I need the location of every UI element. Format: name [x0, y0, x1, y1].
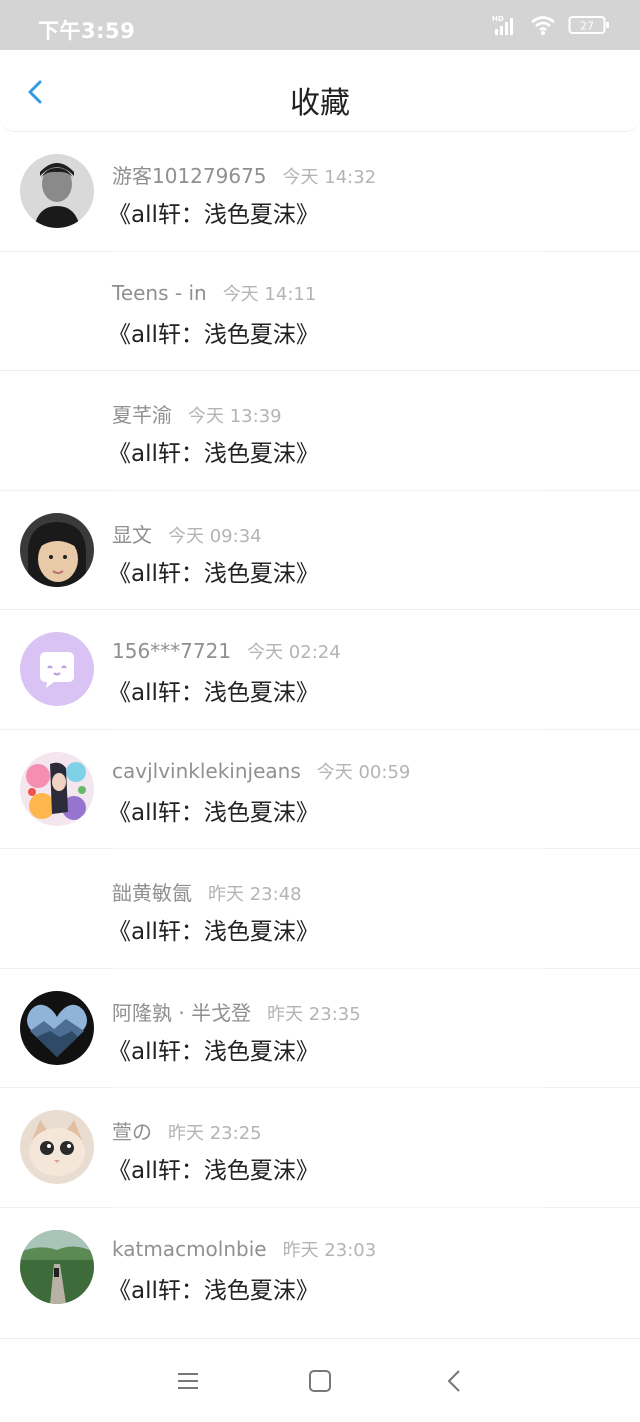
hd-signal-icon: HD — [492, 14, 518, 36]
avatar[interactable] — [20, 632, 94, 706]
item-title: 《all轩：浅色夏沫》 — [108, 1277, 319, 1304]
list-item[interactable]: 夏芊渝 今天 13:39 《all轩：浅色夏沫》 — [0, 371, 640, 491]
item-title: 《all轩：浅色夏沫》 — [108, 680, 319, 706]
status-icons: HD 27 — [492, 14, 610, 36]
system-back-button[interactable] — [440, 1367, 468, 1395]
item-meta: 萱の 昨天 23:25 — [112, 1116, 262, 1145]
item-meta: cavjlvinklekinjeans 今天 00:59 — [112, 758, 410, 784]
menu-icon — [174, 1367, 202, 1395]
battery-level: 27 — [580, 20, 594, 33]
timestamp: 昨天 23:35 — [267, 1003, 361, 1025]
timestamp: 昨天 23:25 — [168, 1123, 262, 1144]
item-title: 《all轩：浅色夏沫》 — [108, 799, 319, 826]
timestamp: 昨天 23:03 — [282, 1239, 377, 1261]
user-name: Teens - in — [112, 280, 207, 305]
avatar[interactable] — [20, 154, 94, 228]
item-meta: katmacmolnbie 昨天 23:03 — [112, 1236, 376, 1262]
list-item[interactable]: Teens - in 今天 14:11 《all轩：浅色夏沫》 — [0, 252, 640, 371]
avatar[interactable] — [20, 512, 94, 587]
item-title: 《all轩：浅色夏沫》 — [108, 1158, 319, 1184]
menu-button[interactable] — [174, 1367, 202, 1395]
avatar[interactable] — [20, 1110, 94, 1184]
list-item[interactable]: 156***7721 今天 02:24 《all轩：浅色夏沫》 — [0, 610, 640, 730]
item-meta: 游客101279675 今天 14:32 — [112, 160, 376, 189]
item-meta: 阿隆孰 · 半戈登 昨天 23:35 — [112, 997, 361, 1026]
timestamp: 今天 14:32 — [282, 167, 377, 188]
user-name: cavjlvinklekinjeans — [112, 758, 301, 783]
status-bar: 下午3:59 HD 27 — [0, 0, 640, 50]
user-name: katmacmolnbie — [112, 1236, 267, 1261]
item-title: 《all轩：浅色夏沫》 — [108, 1038, 319, 1065]
list-item[interactable]: 阿隆孰 · 半戈登 昨天 23:35 《all轩：浅色夏沫》 — [0, 969, 640, 1088]
item-title: 《all轩：浅色夏沫》 — [108, 202, 319, 228]
home-button[interactable] — [306, 1367, 334, 1395]
user-name: 156***7721 — [112, 639, 232, 663]
timestamp: 今天 00:59 — [316, 761, 411, 783]
timestamp: 今天 09:34 — [168, 525, 262, 547]
user-name: 阿隆孰 · 半戈登 — [112, 1000, 252, 1025]
item-title: 《all轩：浅色夏沫》 — [108, 321, 319, 348]
timestamp: 昨天 23:48 — [208, 884, 302, 905]
favorites-list: 游客101279675 今天 14:32 《all轩：浅色夏沫》 Teens -… — [0, 132, 640, 1327]
list-item[interactable]: 显文 今天 09:34 《all轩：浅色夏沫》 — [0, 491, 640, 610]
avatar[interactable] — [20, 751, 94, 826]
list-item[interactable]: katmacmolnbie 昨天 23:03 《all轩：浅色夏沫》 — [0, 1208, 640, 1328]
item-title: 《all轩：浅色夏沫》 — [108, 560, 319, 587]
list-item[interactable]: 游客101279675 今天 14:32 《all轩：浅色夏沫》 — [0, 132, 640, 252]
avatar[interactable] — [20, 1229, 94, 1304]
list-item[interactable]: cavjlvinklekinjeans 今天 00:59 《all轩：浅色夏沫》 — [0, 730, 640, 849]
timestamp: 今天 14:11 — [222, 283, 317, 305]
timestamp: 今天 02:24 — [247, 642, 341, 663]
list-item[interactable]: 萱の 昨天 23:25 《all轩：浅色夏沫》 — [0, 1088, 640, 1208]
user-name: 夏芊渝 — [112, 403, 172, 427]
status-time: 下午3:59 — [38, 19, 136, 43]
wifi-icon — [530, 14, 556, 36]
back-triangle-icon — [440, 1367, 468, 1395]
item-meta: 显文 今天 09:34 — [112, 519, 262, 548]
timestamp: 今天 13:39 — [188, 406, 282, 427]
page-title: 收藏 — [290, 86, 350, 121]
user-name: 游客101279675 — [112, 164, 267, 188]
avatar[interactable] — [20, 990, 94, 1065]
battery-icon: 27 — [568, 14, 610, 36]
item-meta: 156***7721 今天 02:24 — [112, 638, 341, 664]
header: 收藏 — [0, 50, 640, 132]
item-meta: Teens - in 今天 14:11 — [112, 280, 316, 306]
user-name: 萱の — [112, 1120, 152, 1144]
item-meta: 韷黄敏氤 昨天 23:48 — [112, 877, 302, 906]
home-square-icon — [306, 1367, 334, 1395]
svg-text:HD: HD — [492, 15, 504, 23]
item-title: 《all轩：浅色夏沫》 — [108, 919, 319, 945]
item-title: 《all轩：浅色夏沫》 — [108, 441, 319, 467]
user-name: 显文 — [112, 522, 152, 547]
list-item[interactable]: 韷黄敏氤 昨天 23:48 《all轩：浅色夏沫》 — [0, 849, 640, 969]
system-nav-bar — [0, 1338, 640, 1422]
user-name: 韷黄敏氤 — [112, 881, 192, 905]
item-meta: 夏芊渝 今天 13:39 — [112, 399, 282, 428]
